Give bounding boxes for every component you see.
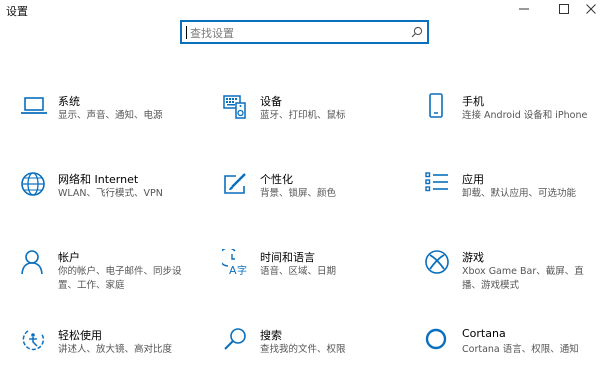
tile-system[interactable]: 系统 显示、声音、通知、电源 <box>20 93 210 143</box>
window-title: 设置 <box>6 5 28 18</box>
tile-description: Cortana 语言、权限、通知 <box>462 344 579 355</box>
close-icon <box>586 4 596 14</box>
tile-network[interactable]: 网络和 Internet WLAN、飞行模式、VPN <box>20 171 210 221</box>
tile-description: 查找我的文件、权限 <box>260 344 346 355</box>
tile-description: 你的帐户、电子邮件、同步设置、工作、家庭 <box>58 266 182 291</box>
tile-phone[interactable]: 手机 连接 Android 设备和 iPhone <box>424 93 608 143</box>
search-icon <box>411 26 423 38</box>
tile-title: Cortana <box>462 327 506 340</box>
search-icon <box>222 327 252 357</box>
tile-time-language[interactable]: A字 时间和语言 语音、区域、日期 <box>222 249 412 299</box>
svg-text:字: 字 <box>237 264 247 277</box>
phone-icon <box>424 93 454 123</box>
tile-description: 卸载、默认应用、可选功能 <box>462 188 577 199</box>
maximize-icon <box>559 4 569 14</box>
tile-ease-of-access[interactable]: 轻松使用 讲述人、放大镜、高对比度 <box>20 327 210 377</box>
tile-title: 时间和语言 <box>260 251 315 264</box>
tile-description: 显示、声音、通知、电源 <box>58 110 163 121</box>
tile-title: 网络和 Internet <box>58 173 139 186</box>
paint-icon <box>222 171 252 201</box>
tile-accounts[interactable]: 帐户 你的帐户、电子邮件、同步设置、工作、家庭 <box>20 249 210 299</box>
devices-icon <box>222 93 252 123</box>
tile-description: Xbox Game Bar、截屏、直播、游戏模式 <box>462 266 584 291</box>
tile-title: 个性化 <box>260 173 293 186</box>
minimize-icon <box>519 8 529 10</box>
tile-title: 轻松使用 <box>58 329 102 342</box>
tile-title: 设备 <box>260 95 282 108</box>
tile-description: WLAN、飞行模式、VPN <box>58 188 163 199</box>
tile-description: 蓝牙、打印机、鼠标 <box>260 110 346 121</box>
tile-search[interactable]: 搜索 查找我的文件、权限 <box>222 327 412 377</box>
tile-title: 游戏 <box>462 251 484 264</box>
tile-title: 手机 <box>462 95 484 108</box>
tile-title: 帐户 <box>58 251 80 264</box>
tile-description: 连接 Android 设备和 iPhone <box>462 110 588 121</box>
xbox-icon <box>424 249 454 279</box>
person-icon <box>20 249 50 279</box>
search-field[interactable]: 查找设置 <box>180 20 429 44</box>
tile-description: 背景、锁屏、颜色 <box>260 188 337 199</box>
tile-cortana[interactable]: Cortana Cortana 语言、权限、通知 <box>424 327 608 377</box>
close-button[interactable] <box>574 0 608 18</box>
tile-personalization[interactable]: 个性化 背景、锁屏、颜色 <box>222 171 412 221</box>
tile-title: 搜索 <box>260 329 282 342</box>
svg-text:A: A <box>229 264 237 277</box>
tile-title: 应用 <box>462 173 484 186</box>
apps-list-icon <box>424 171 454 201</box>
tile-apps[interactable]: 应用 卸载、默认应用、可选功能 <box>424 171 608 221</box>
search-placeholder: 查找设置 <box>190 27 234 40</box>
globe-icon <box>20 171 50 201</box>
minimize-button[interactable] <box>507 0 541 18</box>
text-caret <box>186 26 187 39</box>
tile-title: 系统 <box>58 95 80 108</box>
time-language-icon: A字 <box>222 249 252 279</box>
tile-description: 讲述人、放大镜、高对比度 <box>58 344 173 355</box>
tile-gaming[interactable]: 游戏 Xbox Game Bar、截屏、直播、游戏模式 <box>424 249 608 299</box>
ease-of-access-icon <box>20 327 50 357</box>
laptop-icon <box>20 93 50 123</box>
tile-devices[interactable]: 设备 蓝牙、打印机、鼠标 <box>222 93 412 143</box>
cortana-icon <box>424 327 454 357</box>
title-bar: 设置 <box>0 0 608 20</box>
tile-description: 语音、区域、日期 <box>260 266 337 277</box>
